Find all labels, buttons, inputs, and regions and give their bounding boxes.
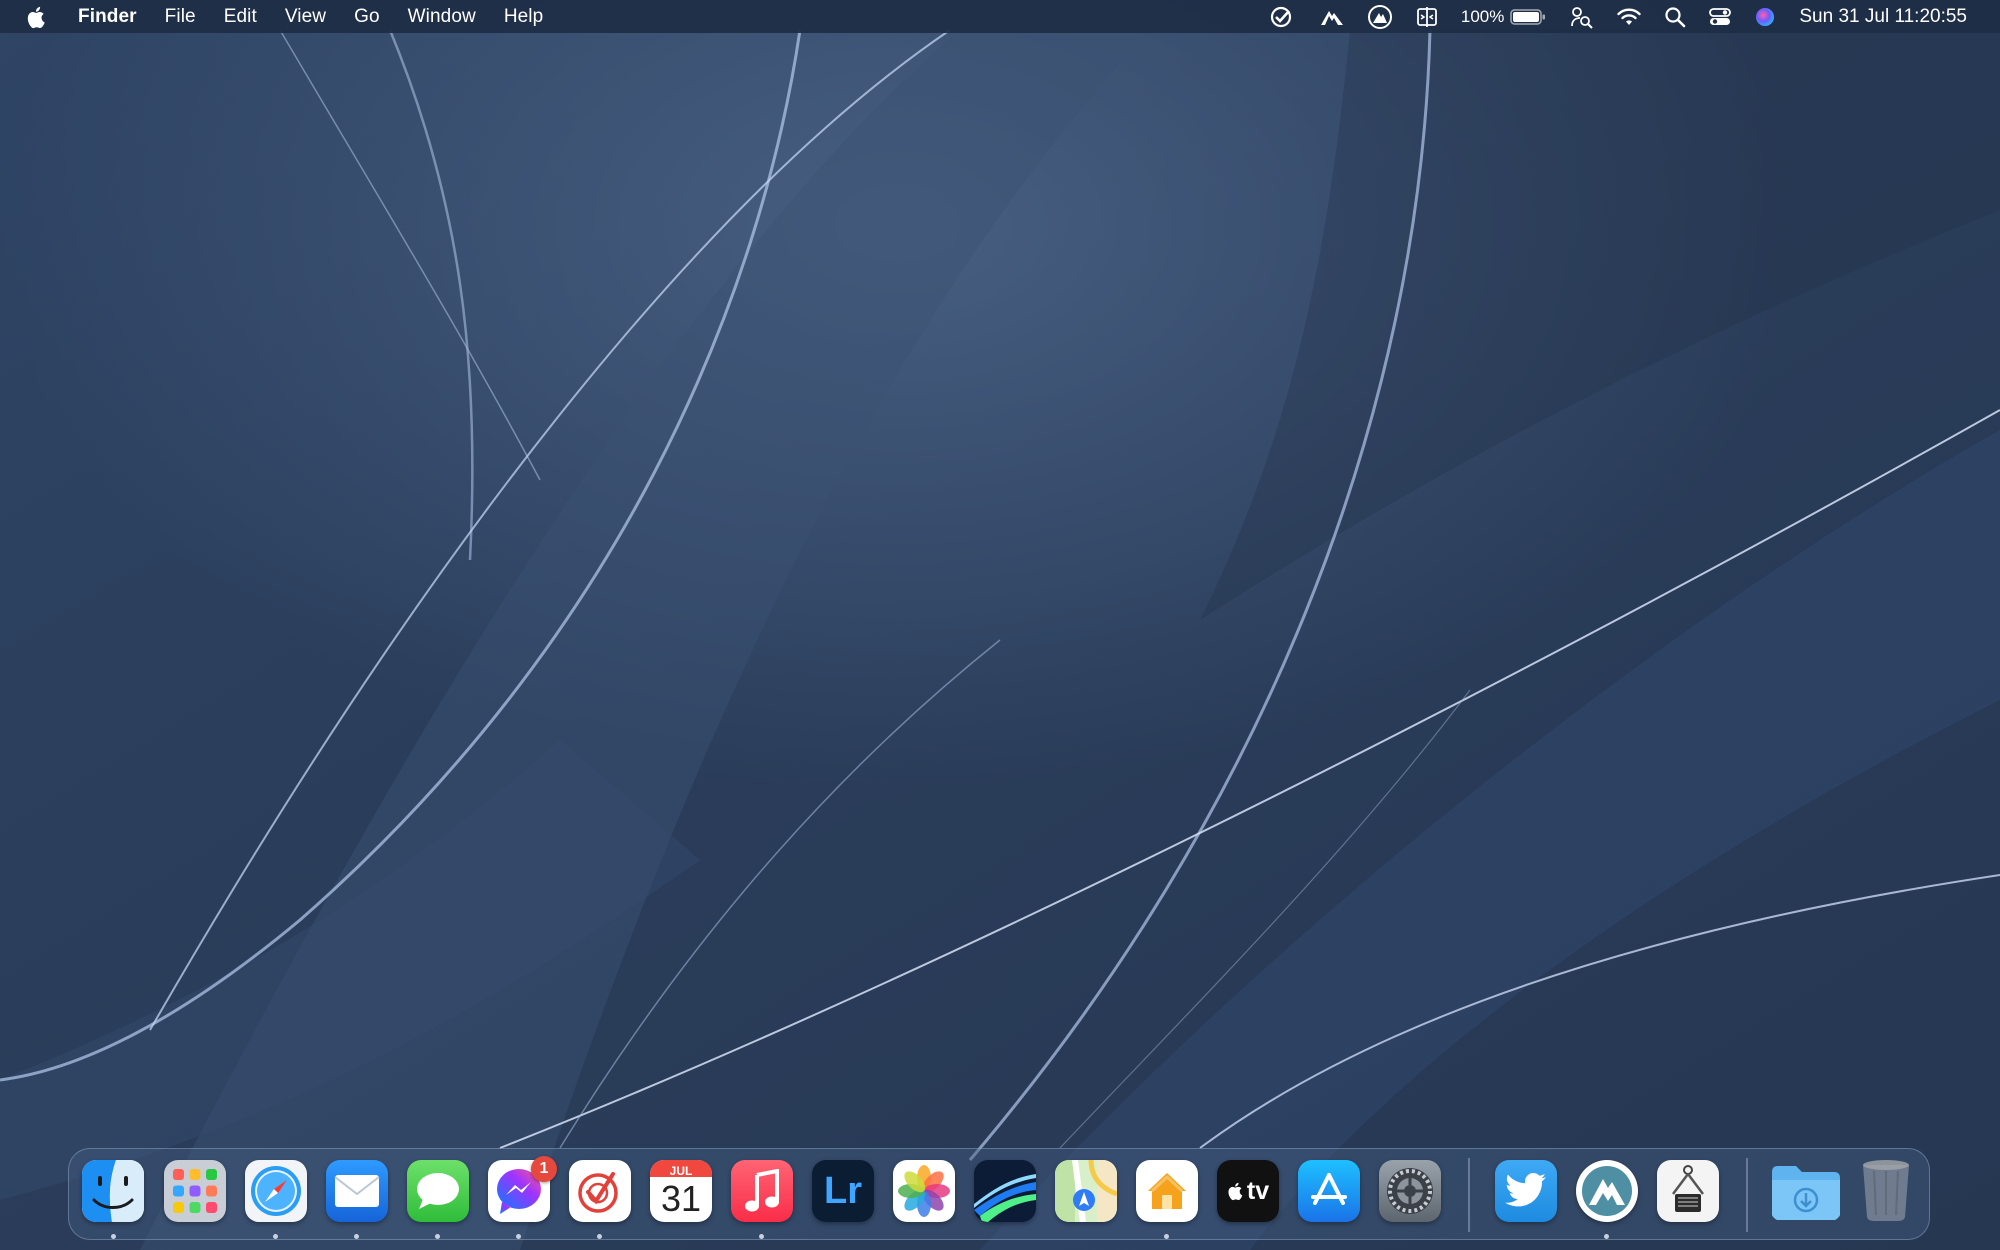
desktop-wallpaper — [0, 0, 2000, 1250]
calendar-day-label: 31 — [660, 1178, 702, 1219]
menu-bar: Finder File Edit View Go Window Help 100… — [0, 0, 2000, 33]
menu-app-name[interactable]: Finder — [70, 0, 151, 33]
menu-bar-left: Finder File Edit View Go Window Help — [0, 0, 557, 33]
calendar-month-label: JUL — [669, 1164, 693, 1178]
tasks-icon[interactable] — [569, 1160, 631, 1222]
split-view-icon[interactable] — [1404, 0, 1450, 33]
apple-menu-icon[interactable] — [24, 4, 50, 30]
menu-file[interactable]: File — [151, 0, 210, 33]
running-indicator — [1164, 1234, 1169, 1239]
menu-window[interactable]: Window — [394, 0, 490, 33]
battery-percent-label: 100% — [1460, 6, 1505, 26]
appletv-icon[interactable]: tv — [1217, 1160, 1279, 1222]
menu-bar-status: 100% Sun 31 Jul 11:20:55 — [1258, 0, 2000, 33]
dock-divider — [1468, 1158, 1470, 1232]
system-info-icon[interactable] — [1657, 1160, 1719, 1222]
menu-view[interactable]: View — [271, 0, 340, 33]
running-indicator — [273, 1234, 278, 1239]
running-indicator — [111, 1234, 116, 1239]
taskheat-icon[interactable] — [1258, 0, 1308, 33]
maps-icon[interactable] — [1055, 1160, 1117, 1222]
running-indicator — [516, 1234, 521, 1239]
menu-help[interactable]: Help — [490, 0, 557, 33]
fusion-icon[interactable] — [974, 1160, 1036, 1222]
running-indicator — [435, 1234, 440, 1239]
wifi-icon[interactable] — [1605, 0, 1653, 33]
nordvpn-app-icon[interactable] — [1576, 1160, 1638, 1222]
menu-bar-clock[interactable]: Sun 31 Jul 11:20:55 — [1787, 0, 1978, 33]
mail-icon[interactable] — [326, 1160, 388, 1222]
hand-icon[interactable] — [1356, 0, 1404, 33]
downloads-folder-icon[interactable] — [1770, 1160, 1842, 1222]
lightroom-label: Lr — [824, 1169, 862, 1212]
calendar-icon[interactable]: JUL 31 — [650, 1160, 712, 1222]
messages-icon[interactable] — [407, 1160, 469, 1222]
home-icon[interactable] — [1136, 1160, 1198, 1222]
battery-icon — [1510, 8, 1546, 25]
nordvpn-icon[interactable] — [1308, 0, 1356, 33]
finder-icon[interactable] — [82, 1160, 144, 1222]
battery-status[interactable]: 100% — [1450, 0, 1557, 33]
accessibility-search-icon[interactable] — [1557, 0, 1605, 33]
appletv-label: tv — [1246, 1176, 1270, 1205]
lightroom-icon[interactable]: Lr — [812, 1160, 874, 1222]
twitter-icon[interactable] — [1495, 1160, 1557, 1222]
running-indicator — [1604, 1234, 1609, 1239]
appstore-icon[interactable] — [1298, 1160, 1360, 1222]
running-indicator — [759, 1234, 764, 1239]
trash-icon[interactable] — [1855, 1160, 1917, 1222]
siri-icon[interactable] — [1743, 0, 1787, 33]
spotlight-icon[interactable] — [1653, 0, 1697, 33]
menu-go[interactable]: Go — [340, 0, 394, 33]
safari-icon[interactable] — [245, 1160, 307, 1222]
menu-edit[interactable]: Edit — [210, 0, 271, 33]
messenger-notification-badge: 1 — [531, 1156, 557, 1182]
dock-divider — [1746, 1158, 1748, 1232]
control-center-icon[interactable] — [1697, 0, 1743, 33]
music-icon[interactable] — [731, 1160, 793, 1222]
photos-icon[interactable] — [893, 1160, 955, 1222]
running-indicator — [597, 1234, 602, 1239]
launchpad-icon[interactable] — [164, 1160, 226, 1222]
settings-icon[interactable] — [1379, 1160, 1441, 1222]
running-indicator — [354, 1234, 359, 1239]
